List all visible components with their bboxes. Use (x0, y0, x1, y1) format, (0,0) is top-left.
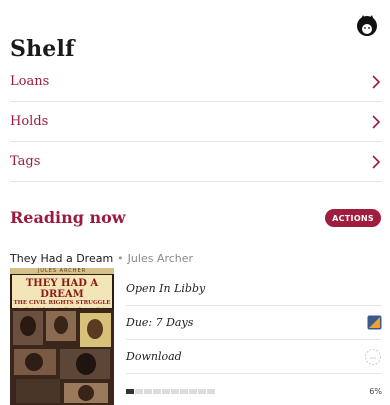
book-title-line[interactable]: They Had a Dream • Jules Archer (10, 252, 193, 265)
cover-author-text: JULES ARCHER (37, 268, 87, 274)
progress-segment (162, 388, 170, 394)
progress-segment (171, 388, 179, 394)
progress-bar (126, 388, 215, 394)
progress-segment (207, 388, 215, 394)
progress-segment (180, 388, 188, 394)
progress-segment (198, 388, 206, 394)
page-title: Shelf (10, 36, 75, 62)
due-date-label: Due: 7 Days (126, 316, 194, 329)
cover-portraits-image (10, 309, 114, 405)
book-title: They Had a Dream (10, 252, 114, 265)
progress-percent: 6% (369, 386, 382, 396)
user-avatar-icon (357, 15, 377, 36)
book-cover[interactable]: JULES ARCHER THEY HAD A DREAM THE CIVIL … (10, 268, 114, 405)
nav-item-label: Holds (10, 114, 49, 129)
title-author-separator: • (117, 252, 124, 265)
open-in-libby-label: Open In Libby (126, 282, 206, 295)
nav-item-label: Tags (10, 154, 41, 169)
chevron-right-icon (370, 114, 382, 130)
nav-item-label: Loans (10, 74, 50, 89)
reading-progress[interactable]: 6% (126, 374, 382, 405)
nav-item-loans[interactable]: Loans (10, 62, 382, 102)
progress-segment (144, 388, 152, 394)
cover-title: THEY HAD A DREAM (25, 278, 99, 300)
open-in-libby-action[interactable]: Open In Libby (126, 272, 382, 306)
due-date-action[interactable]: Due: 7 Days (126, 306, 382, 340)
progress-segment (153, 388, 161, 394)
actions-button[interactable]: ACTIONS (325, 209, 381, 227)
book-author: Jules Archer (127, 252, 194, 265)
shelf-nav-list: Loans Holds Tags (10, 62, 382, 182)
user-avatar-button[interactable] (354, 12, 380, 38)
progress-segment (135, 388, 143, 394)
cover-title-box: THEY HAD A DREAM THE CIVIL RIGHTS STRUGG… (12, 275, 112, 315)
chevron-right-icon (370, 74, 382, 90)
progress-segment (126, 388, 134, 394)
reading-now-heading: Reading now (10, 208, 126, 227)
download-action[interactable]: Download (126, 340, 382, 374)
progress-segment (189, 388, 197, 394)
due-date-icon (367, 315, 382, 330)
chevron-right-icon (370, 154, 382, 170)
nav-item-holds[interactable]: Holds (10, 102, 382, 142)
book-actions-list: Open In Libby Due: 7 Days Download 6% (126, 272, 382, 405)
nav-item-tags[interactable]: Tags (10, 142, 382, 182)
download-label: Download (126, 350, 182, 363)
download-status-icon (365, 348, 381, 365)
cover-subtitle: THE CIVIL RIGHTS STRUGGLE (13, 300, 111, 306)
